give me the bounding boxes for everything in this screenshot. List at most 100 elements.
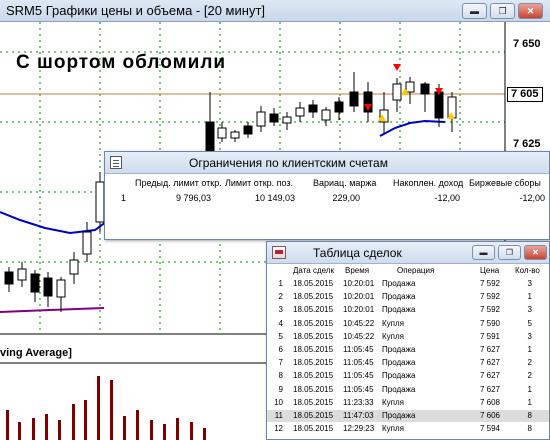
- row-index: 1: [121, 193, 127, 203]
- table-row[interactable]: 9 18.05.2015 11:05:45 Продажа 7 627 1: [267, 384, 549, 396]
- candle-body: [308, 104, 318, 113]
- table-cell: 18.05.2015: [293, 371, 334, 381]
- volume-bar: [45, 414, 48, 440]
- table-cell: 4: [278, 318, 283, 328]
- candle-body: [334, 101, 344, 113]
- volume-bar: [97, 376, 100, 440]
- deals-title: Таблица сделок: [313, 246, 402, 260]
- column-header[interactable]: Накоплен. доход: [393, 178, 463, 188]
- table-cell: 7 591: [479, 331, 500, 341]
- table-cell: Купля: [382, 397, 404, 407]
- candle-body: [269, 113, 279, 123]
- table-cell: 18.05.2015: [293, 384, 334, 394]
- table-row[interactable]: 7 18.05.2015 11:05:45 Продажа 7 627 2: [267, 357, 549, 369]
- column-header[interactable]: Кол-во: [515, 266, 540, 275]
- column-header[interactable]: Дата сделк: [293, 266, 334, 275]
- table-cell: Продажа: [382, 279, 416, 288]
- table-cell: 1: [527, 384, 532, 394]
- table-cell: 5: [527, 318, 532, 328]
- limits-titlebar[interactable]: Ограничения по клиентским счетам: [105, 152, 549, 174]
- table-row[interactable]: 10 18.05.2015 11:23:33 Купля 7 608 1: [267, 397, 549, 409]
- table-cell: 2: [527, 371, 532, 381]
- table-cell: 7 590: [479, 318, 500, 328]
- candle-body: [434, 91, 444, 119]
- table-icon: [110, 156, 122, 169]
- table-cell: 5: [278, 331, 283, 341]
- table-cell: 8: [278, 371, 283, 381]
- candle-body: [4, 271, 14, 285]
- table-cell: 12:29:23: [343, 424, 375, 434]
- table-row[interactable]: 5 18.05.2015 10:45:22 Купля 7 591 3: [267, 331, 549, 343]
- table-row[interactable]: 8 18.05.2015 11:05:45 Продажа 7 627 2: [267, 370, 549, 382]
- table-cell: -12,00: [519, 193, 545, 203]
- table-row[interactable]: 2 18.05.2015 10:20:01 Продажа 7 592 1: [267, 291, 549, 303]
- deals-titlebar[interactable]: Таблица сделок ▬ ❐ ✕: [267, 242, 549, 264]
- table-cell: 7: [278, 358, 283, 368]
- table-row[interactable]: 1 18.05.2015 10:20:01 Продажа 7 592 3: [267, 278, 549, 290]
- limits-window: Ограничения по клиентским счетам Предыд.…: [104, 151, 550, 240]
- volume-bar: [18, 422, 21, 440]
- volume-bar: [123, 416, 126, 440]
- table-cell: 3: [278, 305, 283, 315]
- candle-body: [243, 125, 253, 135]
- deals-table-icon: [272, 246, 286, 259]
- candle-body: [420, 83, 430, 95]
- table-cell: 7 592: [479, 305, 500, 315]
- column-header[interactable]: Цена: [480, 266, 499, 275]
- table-cell: 2: [278, 292, 283, 302]
- minimize-button[interactable]: ▬: [472, 245, 495, 260]
- volume-bar: [176, 418, 179, 440]
- sell-signal-arrow: [393, 64, 401, 71]
- table-cell: 3: [527, 305, 532, 315]
- limits-header: Предыд. лимит откр. Лимит откр. поз. Вар…: [105, 175, 549, 191]
- column-header[interactable]: Биржевые сборы: [469, 178, 541, 188]
- table-cell: 18.05.2015: [293, 397, 334, 407]
- candle-body: [405, 81, 415, 93]
- table-cell: 7 608: [479, 397, 500, 407]
- table-row[interactable]: 1 9 796,03 10 149,03 229,00 -12,00 -12,0…: [105, 191, 549, 207]
- chart-titlebar[interactable]: SRM5 Графики цены и объема - [20 минут] …: [0, 0, 550, 22]
- candle-body: [56, 279, 66, 298]
- lower-indicator-line: [0, 307, 105, 313]
- volume-bar: [110, 380, 113, 440]
- table-cell: 18.05.2015: [293, 345, 334, 354]
- table-cell: 10:45:22: [343, 318, 375, 328]
- table-row[interactable]: 11 18.05.2015 11:47:03 Продажа 7 606 8: [267, 410, 549, 422]
- table-cell: 12: [274, 424, 283, 434]
- table-cell: 10 149,03: [255, 193, 296, 203]
- table-cell: 8: [527, 424, 532, 434]
- volume-bars: [6, 376, 206, 440]
- volume-bar: [190, 422, 193, 440]
- column-header[interactable]: Операция: [397, 266, 434, 275]
- restore-button[interactable]: ❐: [490, 3, 515, 19]
- table-cell: 7 606: [479, 411, 500, 420]
- candle-body: [230, 131, 240, 139]
- column-header[interactable]: Лимит откр. поз.: [225, 178, 293, 188]
- table-row[interactable]: 4 18.05.2015 10:45:22 Купля 7 590 5: [267, 318, 549, 330]
- volume-bar: [72, 404, 75, 440]
- table-row[interactable]: 3 18.05.2015 10:20:01 Продажа 7 592 3: [267, 304, 549, 316]
- candle-body: [95, 181, 105, 223]
- close-button[interactable]: ✕: [524, 245, 547, 260]
- table-cell: 7 627: [479, 345, 500, 354]
- table-cell: Купля: [382, 331, 404, 341]
- table-cell: Купля: [382, 318, 404, 328]
- table-cell: Продажа: [382, 358, 416, 368]
- volume-bar: [163, 424, 166, 440]
- column-header[interactable]: Вариац. маржа: [313, 178, 376, 188]
- table-row[interactable]: 6 18.05.2015 11:05:45 Продажа 7 627 1: [267, 344, 549, 356]
- column-header[interactable]: Предыд. лимит откр.: [135, 178, 222, 188]
- moving-average-line: [0, 211, 111, 235]
- minimize-button[interactable]: ▬: [462, 3, 487, 19]
- chart-title: SRM5 Графики цены и объема - [20 минут]: [6, 3, 266, 18]
- table-cell: 229,00: [332, 193, 360, 203]
- table-cell: 7 592: [479, 279, 500, 288]
- table-cell: 18.05.2015: [293, 358, 334, 368]
- table-cell: Продажа: [382, 371, 416, 381]
- close-button[interactable]: ✕: [518, 3, 543, 19]
- table-cell: Продажа: [382, 292, 416, 302]
- restore-button[interactable]: ❐: [498, 245, 521, 260]
- candle-body: [217, 127, 227, 139]
- column-header[interactable]: Время: [345, 266, 369, 275]
- table-row[interactable]: 12 18.05.2015 12:29:23 Купля 7 594 8: [267, 423, 549, 435]
